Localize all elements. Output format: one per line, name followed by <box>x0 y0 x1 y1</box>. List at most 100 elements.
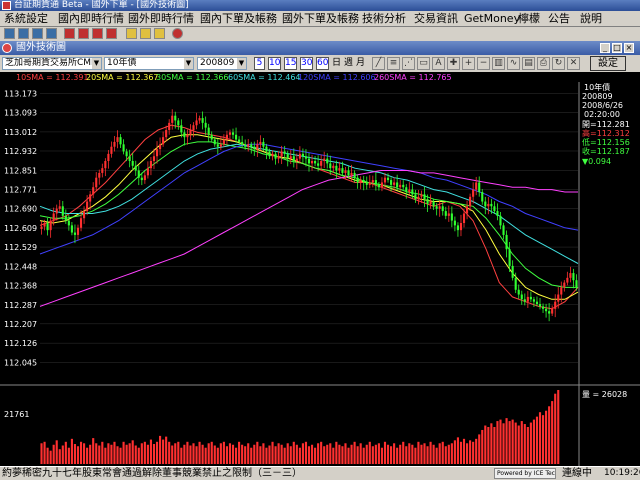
candle-body <box>462 213 466 223</box>
volume-bar <box>496 421 499 464</box>
draw-text-icon[interactable]: A <box>432 57 445 70</box>
period-5-button[interactable]: 5 <box>254 57 265 70</box>
menu-help[interactable]: 說明 <box>580 12 602 26</box>
zoom-in-icon[interactable]: + <box>462 57 475 70</box>
volume-bar <box>520 421 523 464</box>
menu-domestic-orders[interactable]: 國內下單及帳務 <box>200 12 277 26</box>
toolbar-quote-icon[interactable] <box>4 28 15 39</box>
volume-bar <box>268 445 271 464</box>
volume-bar <box>58 449 61 464</box>
candle-body <box>234 134 238 140</box>
volume-bar <box>152 444 156 464</box>
draw-fan-icon[interactable]: ⋰ <box>402 57 415 70</box>
menu-system-settings[interactable]: 系統設定 <box>4 12 48 26</box>
toolbar-account-icon[interactable] <box>106 28 117 39</box>
volume-bar <box>140 443 143 464</box>
period-30-button[interactable]: 30 <box>300 57 313 70</box>
zoom-out-icon[interactable]: − <box>477 57 490 70</box>
period-15-button[interactable]: 15 <box>284 57 297 70</box>
volume-bar <box>110 444 113 464</box>
volume-bar <box>338 444 341 464</box>
volume-bar <box>462 438 466 464</box>
volume-bar <box>478 434 481 464</box>
candle-body <box>213 139 216 145</box>
volume-bar <box>490 423 493 464</box>
toolbar-detail-icon[interactable] <box>46 28 57 39</box>
settings-button[interactable]: 設定 <box>590 56 626 71</box>
period-month-button[interactable]: 月 <box>356 57 365 70</box>
status-bar: 約夢稀密九十七年股東常會通過解除董事競業禁止之限制（三－三） Powered b… <box>0 466 640 480</box>
period-10-button[interactable]: 10 <box>268 57 281 70</box>
menu-foreign-quotes[interactable]: 國外即時行情 <box>128 12 194 26</box>
volume-bar <box>505 418 508 464</box>
candle-body <box>198 118 201 121</box>
cursor-icon[interactable]: ✚ <box>447 57 460 70</box>
toolbar-exit-icon[interactable] <box>172 28 183 39</box>
menu-foreign-orders[interactable]: 國外下單及帳務 <box>282 12 359 26</box>
period-day-button[interactable]: 日 <box>332 57 341 70</box>
toolbar-chart-icon[interactable] <box>18 28 29 39</box>
news-ticker[interactable]: 約夢稀密九十七年股東常會通過解除董事競業禁止之限制（三－三） <box>2 467 302 480</box>
exchange-select[interactable]: 芝加哥期貨交易所CME_( ▼ <box>2 57 102 70</box>
contract-select[interactable]: 200809 ▼ <box>197 57 247 70</box>
indicator-icon[interactable]: ∿ <box>507 57 520 70</box>
candle-body <box>76 227 80 235</box>
volume-bar <box>271 441 274 464</box>
toolbar-list-icon[interactable] <box>32 28 43 39</box>
candle-body <box>344 170 347 173</box>
save-icon[interactable]: ▤ <box>522 57 535 70</box>
candle-body <box>481 192 484 202</box>
toolbar-order-list-icon[interactable] <box>78 28 89 39</box>
product-select[interactable]: 10年債 ▼ <box>104 57 194 70</box>
candle-body <box>569 273 572 278</box>
toolbar-order-icon[interactable] <box>64 28 75 39</box>
candle-body <box>432 201 435 207</box>
menu-trading-info[interactable]: 交易資訊 <box>414 12 458 26</box>
candle-body <box>128 156 131 162</box>
candle-body <box>338 168 341 171</box>
menu-lemon[interactable]: 檸檬 <box>518 12 540 26</box>
draw-rect-icon[interactable]: ▭ <box>417 57 430 70</box>
refresh-icon[interactable]: ↻ <box>552 57 565 70</box>
toolbar-position-icon[interactable] <box>92 28 103 39</box>
volume-bar <box>137 447 140 464</box>
volume-bar <box>64 441 67 464</box>
print-icon[interactable]: ⎙ <box>537 57 550 70</box>
candle-body <box>122 144 125 152</box>
candle-body <box>301 153 304 157</box>
y-tick-label: 112.690 <box>4 205 37 214</box>
chart-type-icon[interactable]: ▥ <box>492 57 505 70</box>
candle-body <box>140 177 143 181</box>
technical-chart[interactable]: 10SMA = 112.391 20SMA = 112.367 30SMA = … <box>0 72 640 466</box>
volume-bar <box>158 435 162 464</box>
volume-bar <box>411 444 414 464</box>
candle-body <box>529 296 532 300</box>
toolbar-folder-icon[interactable] <box>140 28 151 39</box>
candle-body <box>298 153 301 159</box>
menu-getmoney[interactable]: GetMoney <box>464 12 520 26</box>
volume-bar <box>46 447 49 464</box>
volume-bar <box>317 443 320 464</box>
period-week-button[interactable]: 週 <box>344 57 353 70</box>
chevron-down-icon: ▼ <box>237 58 246 69</box>
menu-domestic-quotes[interactable]: 國內即時行情 <box>58 12 124 26</box>
close-icon[interactable]: × <box>624 43 634 53</box>
volume-bar <box>386 444 390 464</box>
volume-bar <box>155 441 159 464</box>
toolbar-news-icon[interactable] <box>126 28 137 39</box>
window-title: 台証期貨通 Beta - 國外下單 - [國外技術圖] <box>14 0 189 10</box>
volume-bar <box>225 446 228 464</box>
delete-icon[interactable]: ✕ <box>567 57 580 70</box>
period-60-button[interactable]: 60 <box>316 57 329 70</box>
minimize-icon[interactable]: _ <box>600 43 610 53</box>
menu-technical-analysis[interactable]: 技術分析 <box>362 12 406 26</box>
draw-line-icon[interactable]: ╱ <box>372 57 385 70</box>
candle-body <box>210 134 213 140</box>
menu-announcement[interactable]: 公告 <box>548 12 570 26</box>
draw-parallel-icon[interactable]: ≡ <box>387 57 400 70</box>
candle-body <box>426 199 429 204</box>
candle-body <box>478 182 481 192</box>
toolbar-print-icon[interactable] <box>154 28 165 39</box>
maximize-icon[interactable]: □ <box>612 43 622 53</box>
y-tick-label: 113.093 <box>4 109 37 118</box>
